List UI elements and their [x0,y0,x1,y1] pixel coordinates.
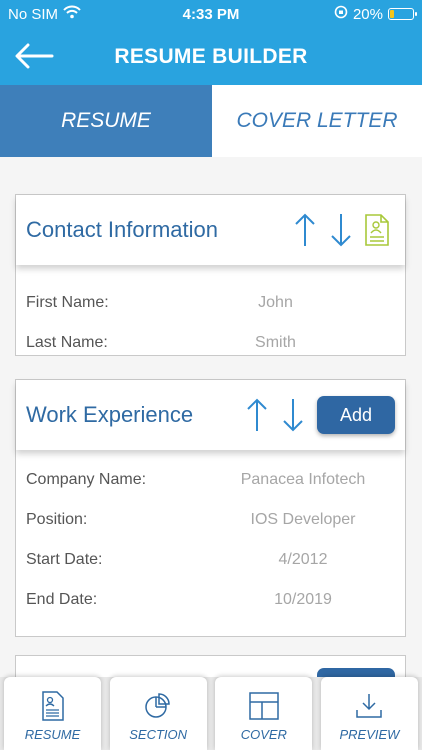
move-down-button[interactable] [275,393,311,437]
field-value: 10/2019 [274,591,332,608]
bottom-nav: RESUME SECTION COVER PREVIEW [0,677,422,750]
contact-doc-button[interactable] [359,208,395,252]
contact-row-first-name: First Name: John [16,283,405,323]
nav-bar: RESUME BUILDER [0,28,422,85]
orientation-lock-icon [334,5,348,23]
bottom-nav-label: RESUME [24,727,81,742]
pie-chart-icon [145,693,170,718]
work-card-header: Work Experience Add [16,380,405,450]
field-value: 4/2012 [278,551,328,568]
field-value: Panacea Infotech [240,471,366,488]
add-work-button[interactable]: Add [317,396,395,434]
bottom-nav-resume[interactable]: RESUME [4,677,101,750]
bottom-nav-section[interactable]: SECTION [109,677,207,750]
move-up-button[interactable] [239,393,275,437]
bottom-nav-label: COVER [240,727,287,742]
bottom-nav-preview[interactable]: PREVIEW [320,677,418,750]
work-card-title: Work Experience [26,402,194,427]
resume-doc-icon [41,691,64,721]
work-row-end-date: End Date: 10/2019 [16,580,405,620]
grid-layout-icon [249,692,279,720]
arrow-up-icon [295,213,315,246]
contact-card-header: Contact Information [16,195,405,265]
bottom-nav-label: PREVIEW [339,727,400,742]
download-icon [356,694,383,718]
work-row-position: Position: IOS Developer [16,500,405,540]
contact-row-last-name: Last Name: Smith [16,323,405,363]
field-label: First Name: [26,294,109,311]
wifi-icon [63,5,81,23]
tab-bar: RESUME COVER LETTER [0,85,422,157]
arrow-down-icon [331,214,351,247]
field-label: Last Name: [26,334,108,351]
work-row-start-date: Start Date: 4/2012 [16,540,405,580]
next-section-card [15,655,406,677]
field-value: John [258,294,293,311]
content-area[interactable]: Contact Information First Name: John Las… [0,157,422,677]
move-up-button[interactable] [287,208,323,252]
field-label: Company Name: [26,471,147,488]
top-bar: No SIM 4:33 PM 20% RESUME BUILDER [0,0,422,85]
arrow-left-icon [15,43,54,69]
page-title: RESUME BUILDER [114,44,308,68]
status-bar: No SIM 4:33 PM 20% [0,0,422,28]
carrier-label: No SIM [8,5,59,23]
work-row-company: Company Name: Panacea Infotech [16,460,405,500]
field-value: IOS Developer [250,511,356,528]
field-label: End Date: [26,591,98,608]
arrow-down-icon [283,399,303,432]
next-section-add-button[interactable] [317,668,395,677]
arrow-up-icon [247,398,267,431]
tab-cover-letter[interactable]: COVER LETTER [212,85,422,157]
contact-card: Contact Information First Name: John Las… [15,194,406,356]
field-value: Smith [255,334,296,351]
bottom-nav-cover[interactable]: COVER [215,677,313,750]
back-button[interactable] [12,38,56,74]
work-card: Work Experience Add Company Name: Panace… [15,379,406,637]
tab-resume[interactable]: RESUME [0,85,212,157]
field-label: Start Date: [26,551,103,568]
bottom-nav-label: SECTION [129,727,188,742]
move-down-button[interactable] [323,208,359,252]
contact-card-title: Contact Information [26,217,218,242]
field-label: Position: [26,511,88,528]
battery-icon [388,8,417,20]
contact-document-icon [365,214,389,246]
battery-percent: 20% [352,5,383,23]
